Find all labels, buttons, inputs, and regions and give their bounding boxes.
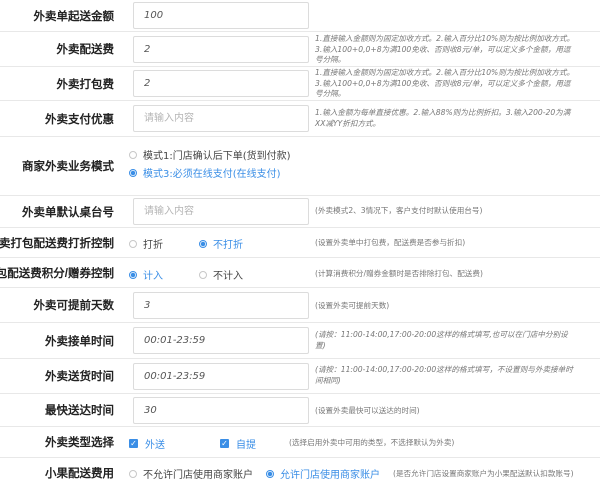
payment-discount-input[interactable]: 请输入内容 bbox=[133, 105, 309, 132]
field-label: 外卖类型选择 bbox=[45, 437, 114, 449]
field-hint: (设置外卖可提前天数) bbox=[315, 301, 390, 310]
field-label: 外卖打包配送费打折控制 bbox=[0, 237, 114, 250]
pickup-checkbox[interactable]: ✓ 自提 bbox=[220, 436, 256, 451]
packing-fee-input[interactable]: 2 bbox=[133, 70, 309, 97]
row-accept-time: 外卖接单时间 00:01-23:59 (请按：11:00-14:00,17:00… bbox=[0, 323, 600, 359]
radio-selected-icon bbox=[266, 469, 274, 478]
allow-store-account-radio[interactable]: 允许门店使用商家账户 bbox=[266, 466, 380, 481]
field-hint: (外卖模式2、3情况下，客户支付时默认使用台号) bbox=[315, 206, 483, 215]
radio-selected-icon bbox=[129, 168, 137, 177]
field-hint: (是否允许门店设置商家账户为小果配送默认扣款账号) bbox=[393, 469, 574, 478]
include-radio[interactable]: 计入 bbox=[129, 267, 163, 282]
radio-selected-icon bbox=[129, 270, 137, 279]
row-delivery-fee: 外卖配送费 2 1.直接输入金额则为固定加收方式。2.输入百分比10%则为按比例… bbox=[0, 32, 600, 67]
field-hint: (计算消费积分/赠券金额时是否排除打包、配送费) bbox=[315, 269, 483, 278]
delivery-fee-input[interactable]: 2 bbox=[133, 36, 309, 63]
field-label: 外卖可提前天数 bbox=[33, 300, 115, 312]
field-hint: 1.直接输入金额则为固定加收方式。2.输入百分比10%则为按比例加收方式。3.输… bbox=[315, 34, 575, 64]
row-payment-discount: 外卖支付优惠 请输入内容 1.输入金额为每单直接优惠。2.输入88%则为比例折扣… bbox=[0, 101, 600, 137]
field-label: 最快送达时间 bbox=[45, 405, 114, 417]
checkmark-icon: ✓ bbox=[129, 439, 138, 448]
advance-days-input[interactable]: 3 bbox=[133, 292, 309, 319]
row-min-order-amount: 外卖单起送金额 100 bbox=[0, 0, 600, 32]
row-default-table: 外卖单默认桌台号 请输入内容 (外卖模式2、3情况下，客户支付时默认使用台号) bbox=[0, 196, 600, 228]
field-hint: (请按：11:00-14:00,17:00-20:00这样的格式填写,也可以在门… bbox=[315, 330, 568, 350]
radio-selected-icon bbox=[199, 239, 207, 248]
field-label: 外卖打包费 bbox=[56, 78, 115, 91]
radio-label: 不计入 bbox=[213, 271, 243, 282]
row-fastest-delivery: 最快送达时间 30 (设置外卖最快可以送达的时间) bbox=[0, 394, 600, 427]
fastest-delivery-input[interactable]: 30 bbox=[133, 397, 309, 424]
radio-label: 不打折 bbox=[213, 240, 243, 251]
field-label: 外卖送货时间 bbox=[45, 371, 114, 383]
radio-label: 模式1:门店确认后下单(货到付款) bbox=[143, 151, 291, 162]
row-advance-days: 外卖可提前天数 3 (设置外卖可提前天数) bbox=[0, 288, 600, 323]
field-label: 外卖支付优惠 bbox=[45, 113, 114, 126]
field-label: 打包配送费积分/赠券控制 bbox=[0, 267, 114, 280]
exclude-radio[interactable]: 不计入 bbox=[199, 267, 243, 282]
radio-label: 模式3:必须在线支付(在线支付) bbox=[143, 169, 281, 180]
checkmark-icon: ✓ bbox=[220, 439, 229, 448]
field-label: 外卖接单时间 bbox=[45, 335, 114, 348]
delivery-time-input[interactable]: 00:01-23:59 bbox=[133, 363, 309, 390]
delivery-checkbox[interactable]: ✓ 外送 bbox=[129, 436, 165, 451]
radio-circle-icon bbox=[129, 239, 137, 248]
row-delivery-time: 外卖送货时间 00:01-23:59 (请按：11:00-14:00,17:00… bbox=[0, 359, 600, 394]
takeout-settings-form: 外卖单起送金额 100 外卖配送费 2 1.直接输入金额则为固定加收方式。2.输… bbox=[0, 0, 600, 488]
row-packing-fee: 外卖打包费 2 1.直接输入金额则为固定加收方式。2.输入百分比10%则为按比例… bbox=[0, 67, 600, 101]
row-discount-control: 外卖打包配送费打折控制 打折 不打折 (设置外卖单中打包费，配送费是否参与折扣) bbox=[0, 228, 600, 258]
field-hint: 1.输入金额为每单直接优惠。2.输入88%则为比例折扣。3.输入200-20为满… bbox=[315, 108, 571, 128]
discount-radio[interactable]: 打折 bbox=[129, 236, 163, 251]
accept-time-input[interactable]: 00:01-23:59 bbox=[133, 327, 309, 354]
field-label: 外卖配送费 bbox=[56, 44, 115, 56]
field-hint: (设置外卖最快可以送达的时间) bbox=[315, 406, 420, 415]
radio-circle-icon bbox=[129, 150, 137, 159]
field-label: 外卖单起送金额 bbox=[33, 10, 115, 23]
row-xiaoguo-fee: 小果配送费用 不允许门店使用商家账户 允许门店使用商家账户 (是否允许门店设置商… bbox=[0, 458, 600, 488]
mode1-radio[interactable]: 模式1:门店确认后下单(货到付款) bbox=[129, 147, 291, 162]
radio-circle-icon bbox=[129, 469, 137, 478]
checkbox-label: 外送 bbox=[145, 440, 165, 451]
mode3-radio[interactable]: 模式3:必须在线支付(在线支付) bbox=[129, 165, 281, 180]
field-hint: 1.直接输入金额则为固定加收方式。2.输入百分比10%则为按比例加收方式。3.输… bbox=[315, 68, 575, 98]
field-hint: (设置外卖单中打包费，配送费是否参与折扣) bbox=[315, 238, 466, 247]
radio-label: 允许门店使用商家账户 bbox=[280, 470, 380, 481]
min-order-amount-input[interactable]: 100 bbox=[133, 2, 309, 29]
field-label: 小果配送费用 bbox=[45, 468, 114, 480]
radio-label: 计入 bbox=[143, 271, 163, 282]
checkbox-label: 自提 bbox=[236, 440, 256, 451]
disallow-store-account-radio[interactable]: 不允许门店使用商家账户 bbox=[129, 466, 253, 481]
radio-circle-icon bbox=[199, 270, 207, 279]
field-hint: (请按：11:00-14:00,17:00-20:00这样的格式填写，不设置则与… bbox=[315, 365, 573, 385]
field-hint: (选择启用外卖中可用的类型，不选择默认为外卖) bbox=[289, 438, 455, 447]
field-label: 商家外卖业务模式 bbox=[22, 161, 114, 173]
row-business-mode: 商家外卖业务模式 模式1:门店确认后下单(货到付款) 模式3:必须在线支付(在线… bbox=[0, 137, 600, 196]
no-discount-radio[interactable]: 不打折 bbox=[199, 236, 243, 251]
radio-label: 打折 bbox=[143, 240, 163, 251]
row-takeout-type: 外卖类型选择 ✓ 外送 ✓ 自提 (选择启用外卖中可用的类型，不选择默认为外卖) bbox=[0, 427, 600, 458]
field-label: 外卖单默认桌台号 bbox=[22, 206, 114, 219]
row-points-control: 打包配送费积分/赠券控制 计入 不计入 (计算消费积分/赠券金额时是否排除打包、… bbox=[0, 258, 600, 288]
radio-label: 不允许门店使用商家账户 bbox=[143, 470, 253, 481]
default-table-input[interactable]: 请输入内容 bbox=[133, 198, 309, 225]
